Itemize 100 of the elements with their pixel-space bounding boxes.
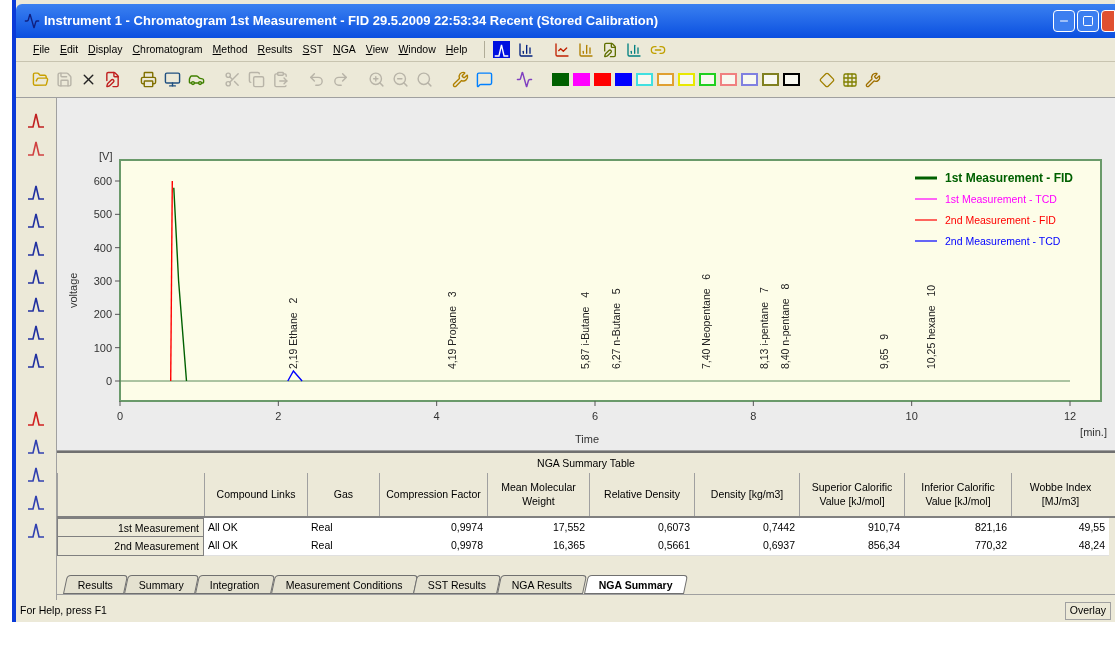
tab[interactable]: Integration: [194, 575, 275, 594]
menu-item[interactable]: Edit: [54, 41, 84, 58]
peak-label: 6,27 n-Butane 5: [610, 288, 623, 369]
table-cell: 910,74: [799, 518, 904, 538]
axis-unit: [V]: [99, 150, 113, 162]
x-tick-label: 4: [433, 410, 440, 422]
menu-item[interactable]: Method: [207, 41, 253, 58]
column-header: Inferior Calorific Value [kJ/mol]: [904, 473, 1011, 516]
legend-entry: 1st Measurement - TCD: [914, 193, 1057, 205]
wrench-icon[interactable]: [452, 71, 469, 88]
document-icon[interactable]: [104, 71, 121, 88]
peak-label: 10,25 hexane 10: [925, 284, 938, 369]
menu-item[interactable]: Help: [440, 41, 473, 58]
maximize-icon: [1082, 15, 1094, 27]
column-header: Compound Links: [204, 473, 307, 516]
close-button[interactable]: [1101, 10, 1115, 32]
peak-label: 9,65 9: [877, 333, 890, 369]
peak-label: 8,13 i-pentane 7: [757, 287, 770, 369]
legend-label: 1st Measurement - TCD: [945, 193, 1058, 205]
table-cell: All OK: [204, 536, 307, 556]
menu-item[interactable]: File: [28, 41, 55, 58]
color-swatch[interactable]: [783, 73, 800, 86]
edit-icon[interactable]: [602, 41, 619, 58]
menu-item[interactable]: SST: [297, 41, 329, 58]
color-swatch[interactable]: [594, 73, 611, 86]
x-axis: 0 2 4 6 8 10 12: [116, 400, 1077, 422]
table-cell: 0,6937: [694, 536, 799, 556]
y-tick-label: 0: [105, 375, 112, 387]
table-cell: 17,552: [487, 518, 589, 538]
diamond-icon[interactable]: [819, 71, 835, 88]
color-swatch[interactable]: [657, 73, 674, 86]
table-cell: 0,9978: [379, 536, 487, 556]
tab[interactable]: NGA Results: [497, 575, 588, 594]
peak-label: 7,40 Neopentane 6: [699, 273, 712, 369]
tab[interactable]: NGA Summary: [583, 575, 688, 594]
tab[interactable]: SST Results: [413, 575, 502, 594]
window-title: Instrument 1 - Chromatogram 1st Measurement - FID 29.5.2009 22:53:34 Recent (Stored Calibration): [44, 12, 659, 31]
color-swatch[interactable]: [762, 73, 779, 86]
app-icon: [24, 13, 40, 29]
peak-label: 5,87 i-Butane 4: [578, 291, 591, 369]
trace-icon[interactable]: [516, 71, 533, 88]
legend-label: 2nd Measurement - FID: [945, 214, 1057, 226]
table-cell: 770,32: [904, 536, 1011, 556]
color-swatch[interactable]: [552, 73, 569, 86]
menu-item[interactable]: NGA: [328, 41, 361, 58]
legend-label: 1st Measurement - FID: [945, 171, 1074, 185]
row-header: 2nd Measurement: [57, 536, 204, 556]
legend-entry: 1st Measurement - FID: [915, 171, 1074, 185]
column-header: Gas: [307, 473, 379, 516]
maximize-button[interactable]: [1077, 10, 1099, 32]
legend-entry: 2nd Measurement - FID: [914, 214, 1056, 226]
column-header: Density [kg/m3]: [694, 473, 799, 516]
menu-item[interactable]: View: [360, 41, 394, 58]
table-title: NGA Summary Table: [536, 456, 636, 471]
color-swatch[interactable]: [741, 73, 758, 86]
table-cell: 0,6073: [589, 518, 694, 538]
table-cell: 0,9974: [379, 518, 487, 538]
menu-item[interactable]: Results: [252, 41, 298, 58]
peak-label: 2,19 Ethane 2: [287, 297, 300, 369]
speech-bubble-icon[interactable]: [476, 71, 493, 88]
table-cell: 821,16: [904, 518, 1011, 538]
tools-icon[interactable]: [865, 71, 881, 88]
color-swatch[interactable]: [615, 73, 632, 86]
menu-item[interactable]: Display: [83, 41, 128, 58]
legend-label: 2nd Measurement - TCD: [945, 235, 1061, 247]
chart-icon[interactable]: [578, 41, 595, 58]
bar-chart-icon[interactable]: [518, 41, 535, 58]
table-cell: Real: [307, 518, 379, 538]
table-cell: Real: [307, 536, 379, 556]
y-tick-label: 100: [93, 341, 112, 354]
printer-icon[interactable]: [140, 71, 157, 88]
grid-icon[interactable]: [842, 71, 858, 88]
y-tick-label: 200: [93, 308, 112, 321]
color-swatch[interactable]: [573, 73, 590, 86]
folder-icon[interactable]: [32, 71, 49, 88]
axis-title: voltage: [67, 272, 79, 308]
legend-entry: 2nd Measurement - TCD: [914, 235, 1061, 247]
menu-item[interactable]: Chromatogram: [127, 41, 208, 58]
tab[interactable]: Measurement Conditions: [270, 575, 418, 594]
column-header: Wobbe Index [MJ/m3]: [1011, 473, 1109, 516]
color-swatch[interactable]: [699, 73, 716, 86]
y-tick-label: 500: [93, 208, 112, 221]
tab[interactable]: Summary: [124, 575, 199, 594]
line-chart-icon[interactable]: [554, 41, 571, 58]
x-tick-label: 6: [591, 410, 599, 422]
column-header: Mean Molecular Weight: [487, 473, 589, 516]
tab[interactable]: Results: [63, 575, 129, 594]
y-tick-label: 600: [93, 175, 112, 187]
minimize-button[interactable]: [1053, 10, 1075, 32]
table-cell: 856,34: [799, 536, 904, 556]
y-tick-label: 400: [93, 241, 112, 254]
y-tick-label: 300: [93, 275, 112, 287]
color-swatch[interactable]: [720, 73, 737, 86]
table-cell: 0,7442: [694, 518, 799, 538]
status-indicator: Overlay: [1064, 602, 1111, 620]
table-cell: 0,5661: [589, 536, 694, 556]
x-tick-label: 2: [275, 410, 282, 422]
monitor-icon[interactable]: [164, 71, 181, 88]
menu-item[interactable]: Window: [393, 41, 441, 58]
peak-label: 4,19 Propane 3: [445, 291, 458, 369]
